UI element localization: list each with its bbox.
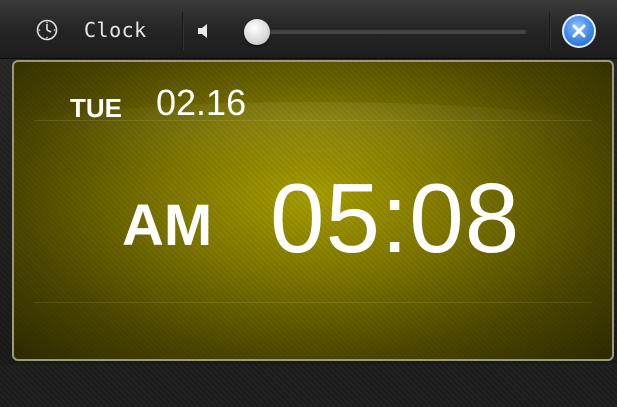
clock-icon [36, 19, 58, 41]
close-button[interactable] [562, 14, 596, 48]
volume-slider[interactable] [251, 28, 527, 34]
title-bar: Clock [0, 0, 617, 59]
close-icon [572, 24, 586, 38]
window-title: Clock [84, 18, 147, 42]
speaker-icon[interactable] [196, 23, 212, 39]
date-label: 02.16 [156, 82, 247, 123]
divider [182, 12, 184, 50]
clock-window: Clock TUE 02.16 AM 05:08 [0, 0, 617, 407]
meridiem-label: AM [122, 193, 213, 258]
day-of-week: TUE [70, 93, 122, 123]
divider [549, 12, 551, 50]
bottom-bar [0, 364, 617, 407]
display-rule [34, 302, 592, 303]
time-label: 05:08 [270, 163, 521, 273]
clock-display: TUE 02.16 AM 05:08 [12, 60, 614, 361]
volume-slider-handle[interactable] [243, 19, 270, 45]
